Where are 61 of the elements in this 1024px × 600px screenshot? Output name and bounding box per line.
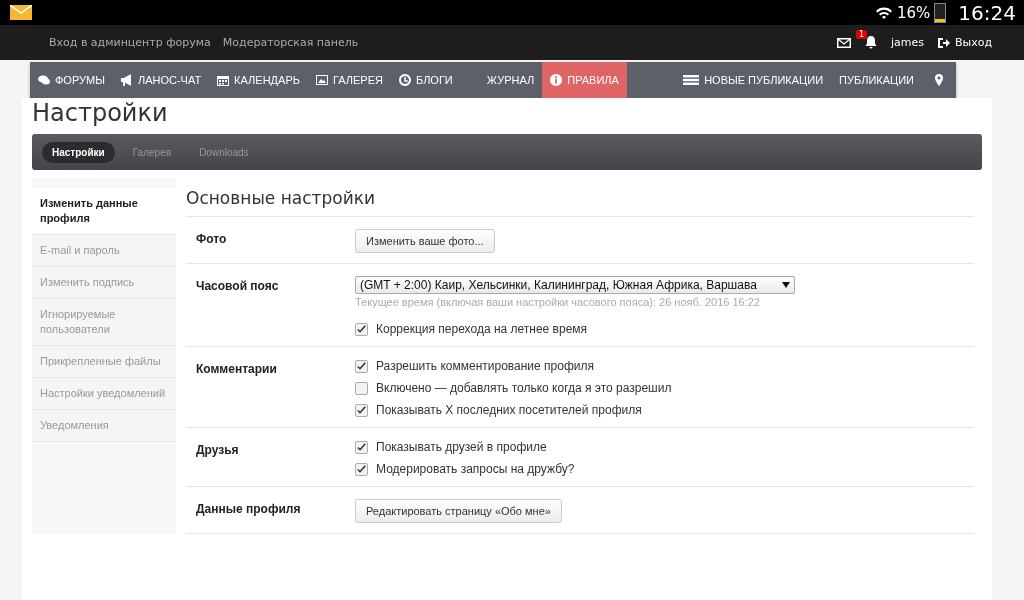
checkbox-label: Показывать X последних посетителей профиля (376, 403, 642, 417)
checkbox-label: Модерировать запросы на дружбу? (376, 462, 575, 476)
image-icon (315, 74, 328, 86)
hint-text: Текущее время (включая ваши настройки часового пояса): 26 нояб. 2016 16:22 (355, 296, 761, 308)
alert-count: 1 (855, 30, 867, 39)
envelope-icon (836, 36, 851, 49)
checkmark-icon (357, 324, 366, 334)
nav-item[interactable]: ПРАВИЛА (542, 62, 627, 98)
section-heading: Основные настройки (186, 178, 974, 217)
battery-icon (934, 2, 947, 23)
user-menu[interactable]: james (890, 36, 924, 49)
checkbox-label: Включено — добавлять только когда я это разрешил (376, 381, 672, 395)
checkmark-icon (357, 464, 366, 474)
checkbox[interactable] (355, 403, 368, 417)
bell-icon (864, 36, 877, 49)
info-icon (550, 74, 563, 86)
field-label: Комментарии (196, 361, 278, 378)
megaphone-icon (120, 74, 133, 86)
field-label: Часовой пояс (196, 278, 280, 295)
top-link[interactable]: Вход в админцентр форума (49, 36, 211, 49)
checkbox[interactable] (355, 322, 368, 336)
nav-item[interactable]: ПУБЛИКАЦИИ (831, 62, 922, 98)
checkbox-label: Разрешить комментирование профиля (376, 359, 594, 373)
action-button[interactable]: Изменить ваше фото... (355, 229, 495, 253)
nav-item[interactable]: КАЛЕНДАРЬ (209, 62, 308, 98)
checkmark-icon (357, 442, 366, 452)
list-icon (683, 74, 700, 86)
chat-icon (38, 74, 50, 86)
checkmark-icon (357, 361, 366, 371)
checkbox[interactable] (355, 462, 368, 476)
checkbox-label: Коррекция перехода на летнее время (376, 322, 588, 336)
field-label: Фото (196, 231, 228, 248)
wifi-icon (875, 5, 893, 20)
checkbox[interactable] (355, 440, 368, 454)
calendar-icon (217, 74, 230, 86)
clock-icon (398, 74, 411, 86)
logout-icon (937, 36, 950, 49)
page-title: Настройки (32, 98, 169, 129)
nav-item[interactable]: НОВЫЕ ПУБЛИКАЦИИ (675, 62, 832, 98)
nav-item[interactable]: ГАЛЕРЕЯ (307, 62, 391, 98)
battery-percent: 16% (897, 3, 931, 22)
nav-item[interactable]: ФОРУМЫ (30, 62, 113, 98)
caret-icon (782, 282, 790, 288)
checkbox-label: Показывать друзей в профиле (376, 440, 547, 454)
checkbox[interactable] (355, 381, 368, 395)
envelope-icon (10, 5, 32, 20)
tab[interactable]: Настройки (42, 141, 115, 163)
field-label: Друзья (196, 442, 240, 459)
map-pin-icon (934, 74, 944, 86)
logout-link[interactable]: Выход (937, 36, 992, 49)
sidebar-item[interactable]: Изменить данные профиля (32, 188, 176, 235)
nav-item[interactable]: ЖУРНАЛ (478, 62, 543, 98)
top-link[interactable]: Модераторская панель (222, 36, 359, 49)
timezone-dropdown[interactable]: (GMT + 2:00) Каир, Хельсинки, Калининград, Южная Африка, Варшава (355, 276, 795, 294)
checkbox[interactable] (355, 359, 368, 373)
nav-item[interactable]: БЛОГИ (390, 62, 461, 98)
checkmark-icon (357, 405, 366, 415)
field-label: Данные профиля (196, 501, 302, 518)
nav-item[interactable]: ЛАНОС-ЧАТ (112, 62, 210, 98)
action-button[interactable]: Редактировать страницу «Обо мне» (355, 499, 562, 523)
clock-time: 16:24 (958, 0, 1016, 25)
